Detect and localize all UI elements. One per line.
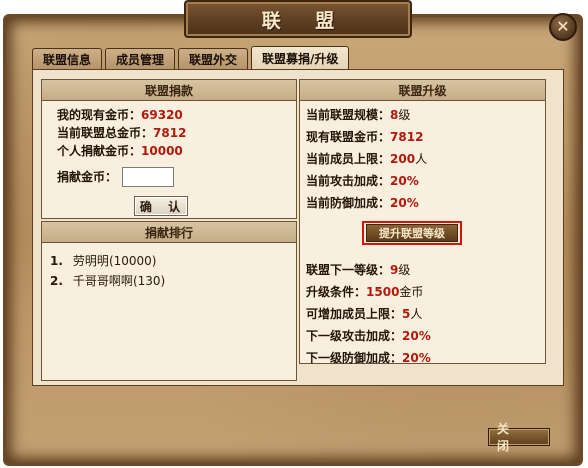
- member-limit-unit: 人: [415, 152, 428, 166]
- personal-donation-row: 个人捐献金币：10000: [57, 142, 183, 159]
- rank-amount: (10000): [108, 254, 157, 268]
- member-limit-label: 当前成员上限：: [306, 152, 391, 166]
- upgrade-cost-row: 升级条件：1500金币: [306, 283, 423, 300]
- ranking-item: 2. 千哥哥啊啊(130): [50, 272, 165, 289]
- ranking-panel-header: 捐献排行: [42, 222, 296, 243]
- upgrade-cost-value: 1500: [366, 285, 400, 299]
- confirm-button[interactable]: 确 认: [134, 196, 188, 216]
- add-members-row: 可增加成员上限：5人: [306, 305, 422, 322]
- upgrade-panel: 联盟升级 当前联盟规模：8级 现有联盟金币：7812 当前成员上限：200人 当…: [299, 79, 546, 366]
- next-defense-row: 下一级防御加成：20%: [306, 349, 431, 366]
- rank-number: 2.: [50, 274, 63, 288]
- upgrade-alliance-button[interactable]: 提升联盟等级: [366, 224, 458, 242]
- alliance-gold-label: 现有联盟金币：: [306, 130, 391, 144]
- tab-alliance-info[interactable]: 联盟信息: [32, 48, 103, 69]
- current-scale-unit: 级: [398, 108, 411, 122]
- next-attack-row: 下一级攻击加成：20%: [306, 327, 431, 344]
- donate-panel-header: 联盟捐款: [42, 80, 296, 101]
- upgrade-panel-header: 联盟升级: [300, 80, 545, 101]
- personal-donation-label: 个人捐献金币：: [57, 144, 142, 158]
- attack-bonus-row: 当前攻击加成：20%: [306, 172, 419, 189]
- donate-input-label: 捐献金币：: [57, 170, 118, 184]
- upgrade-button-highlight[interactable]: 提升联盟等级: [362, 221, 462, 245]
- tab-donate-upgrade[interactable]: 联盟募捐/升级: [251, 46, 350, 69]
- upgrade-cost-label: 升级条件：: [306, 285, 367, 299]
- personal-donation-value: 10000: [141, 144, 183, 158]
- next-attack-label: 下一级攻击加成：: [306, 329, 403, 343]
- defense-bonus-value: 20%: [390, 196, 419, 210]
- my-gold-value: 69320: [141, 108, 183, 122]
- donate-panel: 联盟捐款 我的现有金币：69320 当前联盟总金币：7812 个人捐献金币：10…: [41, 79, 297, 219]
- current-scale-row: 当前联盟规模：8级: [306, 106, 410, 123]
- rank-amount: (130): [132, 274, 166, 288]
- next-attack-value: 20%: [402, 329, 431, 343]
- attack-bonus-label: 当前攻击加成：: [306, 174, 391, 188]
- ranking-panel: 捐献排行 1. 劳明明(10000) 2. 千哥哥啊啊(130): [41, 221, 297, 381]
- total-gold-value: 7812: [153, 126, 187, 140]
- tab-bar: 联盟信息 成员管理 联盟外交 联盟募捐/升级: [32, 46, 350, 70]
- ranking-item: 1. 劳明明(10000): [50, 252, 156, 269]
- title-plate: 联 盟: [184, 0, 412, 38]
- next-defense-label: 下一级防御加成：: [306, 351, 403, 365]
- close-button[interactable]: 关 闭: [488, 422, 550, 453]
- rank-number: 1.: [50, 254, 63, 268]
- rank-name: 劳明明: [72, 254, 109, 268]
- current-scale-label: 当前联盟规模：: [306, 108, 391, 122]
- my-gold-row: 我的现有金币：69320: [57, 106, 183, 123]
- next-level-unit: 级: [398, 263, 411, 277]
- next-level-label: 联盟下一等级：: [306, 263, 391, 277]
- defense-bonus-row: 当前防御加成：20%: [306, 194, 419, 211]
- tab-content: 联盟捐款 我的现有金币：69320 当前联盟总金币：7812 个人捐献金币：10…: [32, 69, 564, 386]
- my-gold-label: 我的现有金币：: [57, 108, 142, 122]
- total-gold-label: 当前联盟总金币：: [57, 126, 154, 140]
- defense-bonus-label: 当前防御加成：: [306, 196, 391, 210]
- alliance-gold-value: 7812: [390, 130, 424, 144]
- close-icon[interactable]: ✕: [549, 13, 577, 41]
- tab-member-management[interactable]: 成员管理: [105, 48, 176, 69]
- dialog-title: 联 盟: [261, 9, 349, 32]
- attack-bonus-value: 20%: [390, 174, 419, 188]
- alliance-gold-row: 现有联盟金币：7812: [306, 128, 423, 145]
- next-level-row: 联盟下一等级：9级: [306, 261, 410, 278]
- rank-name: 千哥哥啊啊: [72, 274, 133, 288]
- donate-gold-input[interactable]: [122, 167, 174, 187]
- member-limit-row: 当前成员上限：200人: [306, 150, 427, 167]
- add-members-label: 可增加成员上限：: [306, 307, 403, 321]
- member-limit-value: 200: [390, 152, 416, 166]
- total-gold-row: 当前联盟总金币：7812: [57, 124, 186, 141]
- tab-alliance-diplomacy[interactable]: 联盟外交: [178, 48, 249, 69]
- upgrade-cost-unit: 金币: [399, 285, 424, 299]
- next-defense-value: 20%: [402, 351, 431, 365]
- add-members-unit: 人: [410, 307, 423, 321]
